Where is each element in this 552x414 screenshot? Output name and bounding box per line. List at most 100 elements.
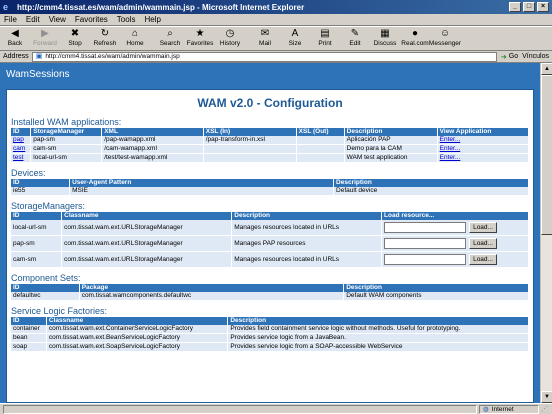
- status-bar: ◍ Internet ⋰: [0, 403, 552, 414]
- load-resource-cell: Load...: [381, 235, 529, 252]
- load-button[interactable]: Load...: [469, 222, 498, 233]
- table-row: cam cam-sm/cam-wamapp.xml Demo para la CAM…: [11, 144, 530, 154]
- links-button[interactable]: Vínculos: [522, 53, 549, 60]
- resize-grip-icon[interactable]: ⋰: [541, 405, 549, 414]
- toolbar-home-button[interactable]: ⌂ Home: [122, 28, 148, 48]
- brand-header: WamSessions: [0, 63, 540, 85]
- table-header-row: ID User-Agent Pattern Description: [11, 179, 529, 187]
- toolbar-size-button[interactable]: A Size: [282, 28, 308, 48]
- enter-app-link[interactable]: Enter...: [440, 136, 461, 143]
- table-cell: Manages resources located in URLs: [231, 251, 383, 268]
- toolbar-label: Print: [318, 40, 332, 47]
- table-cell: pap: [11, 136, 32, 145]
- devices-heading: Devices:: [11, 168, 46, 178]
- table-row: container com.tissat.wam.ext.ContainerSer…: [11, 325, 529, 334]
- table-cell: local-url-sm: [30, 153, 103, 163]
- column-header: XSL (Out): [296, 128, 345, 136]
- column-header: ID: [11, 212, 63, 220]
- page-title: WAM v2.0 - Configuration: [197, 96, 343, 110]
- column-header: Classname: [61, 212, 233, 220]
- load-button[interactable]: Load...: [469, 254, 498, 265]
- discuss-icon: ▦: [380, 28, 390, 39]
- table-header-row: ID Classname Description Load resource...: [11, 212, 529, 220]
- enter-app-link[interactable]: Enter...: [440, 154, 461, 161]
- load-button[interactable]: Load...: [469, 238, 498, 249]
- toolbar-history-button[interactable]: ◷ History: [217, 28, 243, 48]
- toolbar-print-button[interactable]: ▤ Print: [312, 28, 338, 48]
- menu-tools[interactable]: Tools: [117, 15, 136, 24]
- toolbar-search-button[interactable]: ⌕ Search: [157, 28, 183, 48]
- toolbar-label: Search: [159, 40, 181, 47]
- toolbar-messenger-button[interactable]: ☺ Messenger: [429, 28, 461, 48]
- table-row: bean com.tissat.wam.ext.BeanServiceLogicF…: [11, 333, 529, 343]
- menu-view[interactable]: View: [49, 15, 66, 24]
- column-header: Description: [333, 179, 529, 187]
- toolbar-discuss-button[interactable]: ▦ Discuss: [372, 28, 398, 48]
- app-id-link[interactable]: pap: [13, 136, 24, 143]
- column-header: Classname: [46, 317, 229, 325]
- table-cell: cam: [11, 144, 32, 154]
- close-button[interactable]: ×: [537, 2, 549, 12]
- app-id-link[interactable]: cam: [13, 145, 25, 152]
- enter-app-link[interactable]: Enter...: [440, 145, 461, 152]
- table-cell: pap-sm: [30, 136, 103, 145]
- globe-icon: ◍: [483, 406, 489, 413]
- history-icon: ◷: [225, 28, 235, 39]
- factories-table: ID Classname Description container com.tissa…: [11, 317, 529, 352]
- table-cell: Enter...: [437, 136, 530, 145]
- table-cell: com.tissat.wamcomponents.defaultwc: [79, 292, 345, 301]
- load-resource-input[interactable]: [384, 254, 467, 265]
- components-table: ID Package Description defaultwc com.tissat.…: [11, 284, 529, 301]
- scroll-up-icon[interactable]: ▲: [541, 63, 552, 75]
- home-icon: ⌂: [131, 28, 139, 39]
- edit-icon: ✎: [350, 28, 360, 39]
- toolbar-back-button[interactable]: ◀ Back: [2, 28, 28, 48]
- table-cell: Provides service logic from a SOAP-acces…: [227, 342, 529, 352]
- table-cell: MSIE: [69, 187, 335, 196]
- load-resource-input[interactable]: [384, 238, 467, 249]
- load-resource-input[interactable]: [384, 222, 467, 233]
- factories-heading: Service Logic Factories:: [11, 306, 108, 316]
- table-header-row: ID StorageManager XML XSL (In) XSL (Out) Desc…: [11, 128, 530, 136]
- column-header: User-Agent Pattern: [69, 179, 335, 187]
- menu-file[interactable]: File: [4, 15, 17, 24]
- toolbar-forward-button[interactable]: ▶ Forward: [32, 28, 58, 48]
- toolbar-label: Size: [288, 40, 302, 47]
- mail-icon: ✉: [260, 28, 270, 39]
- column-header: ID: [11, 284, 80, 292]
- toolbar-label: Discuss: [373, 40, 397, 47]
- toolbar-refresh-button[interactable]: ↻ Refresh: [92, 28, 118, 48]
- toolbar-label: Real.com: [401, 40, 429, 47]
- storage-table: ID Classname Description Load resource... lo…: [11, 212, 529, 268]
- toolbar-label: Refresh: [93, 40, 117, 47]
- toolbar-realcom-button[interactable]: ● Real.com: [401, 28, 429, 48]
- toolbar-edit-button[interactable]: ✎ Edit: [342, 28, 368, 48]
- table-row: ie55 MSIE Default device: [11, 187, 529, 196]
- vertical-scrollbar[interactable]: ▲ ▼: [540, 63, 552, 403]
- app-id-link[interactable]: test: [13, 154, 23, 161]
- print-icon: ▤: [320, 28, 330, 39]
- menu-help[interactable]: Help: [144, 15, 160, 24]
- back-arrow-icon: ◀: [11, 28, 19, 39]
- table-row: pap pap-sm/pap-wamapp.xml/pap-transform-i…: [11, 136, 530, 145]
- realcom-icon: ●: [411, 28, 419, 39]
- menu-edit[interactable]: Edit: [26, 15, 40, 24]
- menu-favorites[interactable]: Favorites: [75, 15, 108, 24]
- scroll-thumb[interactable]: [541, 75, 552, 235]
- maximize-button[interactable]: □: [523, 2, 535, 12]
- table-row: soap com.tissat.wam.ext.SoapServiceLogicF…: [11, 342, 529, 352]
- address-value: http://cmm4.tissat.es/wam/admin/wammain.…: [45, 52, 180, 60]
- favorites-icon: ★: [195, 28, 205, 39]
- toolbar-mail-button[interactable]: ✉ Mail: [252, 28, 278, 48]
- minimize-button[interactable]: _: [509, 2, 521, 12]
- storage-heading: StorageManagers:: [11, 201, 86, 211]
- toolbar-stop-button[interactable]: ✖ Stop: [62, 28, 88, 48]
- address-input[interactable]: ▣ http://cmm4.tissat.es/wam/admin/wammai…: [31, 51, 497, 62]
- toolbar-favorites-button[interactable]: ★ Favorites: [187, 28, 214, 48]
- toolbar-label: Stop: [68, 40, 82, 47]
- go-button[interactable]: ➜ Go: [501, 53, 518, 61]
- table-row: test local-url-sm/test/test-wamapp.xml WAM…: [11, 153, 530, 163]
- table-cell: /test/test-wamapp.xml: [101, 153, 204, 163]
- zone-label: Internet: [491, 405, 514, 413]
- scroll-down-icon[interactable]: ▼: [541, 391, 552, 403]
